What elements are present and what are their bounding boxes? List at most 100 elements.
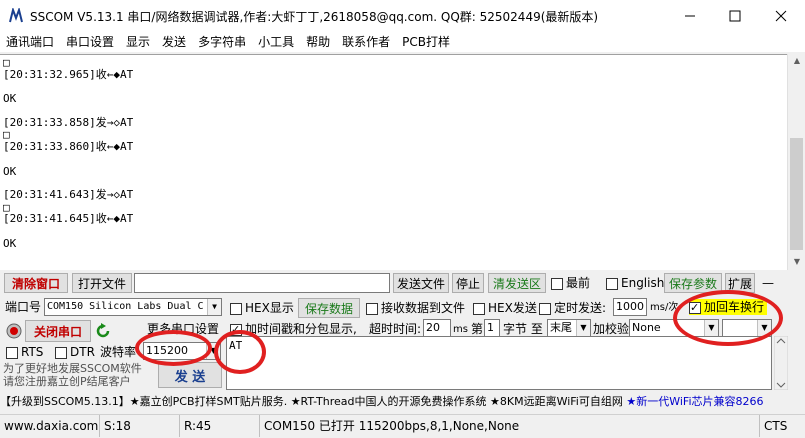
english-checkbox-box[interactable]	[606, 277, 618, 290]
hex-display-label: HEX显示	[245, 301, 294, 315]
timestamp-checkbox[interactable]: 加时间戳和分包显示,	[230, 321, 357, 338]
menu-send[interactable]: 发送	[156, 32, 192, 52]
menu-multi-string[interactable]: 多字符串	[192, 32, 252, 52]
dtr-checkbox[interactable]: DTR	[55, 344, 95, 360]
menu-tools[interactable]: 小工具	[252, 32, 300, 52]
rts-checkbox[interactable]: RTS	[6, 344, 43, 360]
port-select[interactable]: COM150 Silicon Labs Dual C ▼	[44, 298, 222, 316]
receive-line: [20:31:33.858]发→◇AT	[3, 116, 134, 129]
menu-pcb[interactable]: PCB打样	[396, 32, 456, 52]
front-checkbox[interactable]: 最前	[551, 275, 590, 291]
chevron-down-icon[interactable]: ▼	[576, 320, 590, 336]
menu-serial-settings[interactable]: 串口设置	[60, 32, 120, 52]
hex-display-checkbox-box[interactable]	[230, 302, 242, 315]
timed-interval-input[interactable]: 1000	[613, 298, 647, 316]
send-button-label: 发 送	[174, 369, 206, 385]
rts-label: RTS	[21, 345, 44, 359]
chevron-down-icon[interactable]: ▼	[207, 299, 221, 315]
menu-contact[interactable]: 联系作者	[336, 32, 396, 52]
news-ticker[interactable]: 【升级到SSCOM5.13.1】★嘉立创PCB打样SMT贴片服务. ★RT-Th…	[0, 392, 805, 412]
expand-button[interactable]: 扩展	[725, 273, 755, 293]
receive-scrollbar[interactable]: ▲ ▼	[787, 54, 805, 270]
dtr-checkbox-box[interactable]	[55, 346, 67, 359]
promo-line-2: 请您注册嘉立创P结尾客户	[3, 375, 131, 388]
hex-display-checkbox[interactable]: HEX显示	[230, 300, 294, 316]
receive-line: OK	[3, 165, 17, 178]
nth-byte-input[interactable]: 1	[484, 319, 500, 337]
scroll-down-icon[interactable]: ▼	[792, 257, 802, 267]
port-status-icon	[6, 323, 22, 339]
open-file-button[interactable]: 打开文件	[72, 273, 132, 293]
sscom-window: SSCOM V5.13.1 串口/网络数据调试器,作者:大虾丁丁,2618058…	[0, 0, 805, 438]
promo-line-1: 为了更好地发展SSCOM软件	[3, 362, 142, 375]
hex-send-label: HEX发送	[488, 301, 537, 315]
save-params-button[interactable]: 保存参数	[664, 273, 722, 293]
maximize-icon	[729, 10, 741, 22]
english-label: English	[621, 276, 665, 290]
send-scrollbar[interactable]	[774, 336, 788, 390]
chevron-down-icon[interactable]: ▼	[206, 343, 220, 359]
toolbar: 清除窗口 打开文件 发送文件 停止 清发送区 最前 English 保存参数 扩…	[0, 272, 805, 294]
close-icon	[775, 10, 787, 22]
hex-send-checkbox-box[interactable]	[473, 302, 485, 315]
send-input-value: AT	[229, 339, 243, 352]
recv-to-file-checkbox[interactable]: 接收数据到文件	[366, 300, 465, 316]
timed-send-checkbox-box[interactable]	[539, 302, 551, 315]
title-bar: SSCOM V5.13.1 串口/网络数据调试器,作者:大虾丁丁,2618058…	[0, 0, 805, 32]
scroll-up-icon[interactable]: ▲	[792, 56, 802, 66]
baud-select-value: 115200	[146, 344, 188, 357]
more-settings-link[interactable]: 更多串口设置	[147, 321, 219, 337]
menu-bar: 通讯端口 串口设置 显示 发送 多字符串 小工具 帮助 联系作者 PCB打样	[0, 32, 805, 52]
receive-line: [20:31:41.645]收←◆AT	[3, 212, 134, 225]
send-button[interactable]: 发 送	[158, 362, 222, 388]
front-checkbox-box[interactable]	[551, 277, 563, 290]
receive-area[interactable]: □ [20:31:32.965]收←◆AT OK [20:31:33.858]发…	[0, 54, 789, 270]
timed-unit-label: ms/次	[650, 302, 679, 313]
timestamp-checkbox-box[interactable]	[230, 322, 242, 338]
ticker-text: 【升级到SSCOM5.13.1】★嘉立创PCB打样SMT贴片服务. ★RT-Th…	[0, 395, 627, 408]
refresh-icon[interactable]	[95, 323, 111, 339]
collapse-button[interactable]: —	[758, 273, 778, 293]
send-input[interactable]: AT	[226, 336, 772, 390]
scroll-thumb[interactable]	[790, 138, 803, 250]
maximize-button[interactable]	[712, 0, 758, 32]
clear-window-button[interactable]: 清除窗口	[4, 273, 68, 293]
checksum-label: 加校验	[593, 322, 630, 336]
port-label: 端口号	[5, 300, 42, 314]
minimize-button[interactable]	[667, 0, 713, 32]
timeout-input[interactable]: 20	[423, 319, 451, 337]
close-button[interactable]	[758, 0, 804, 32]
receive-line: OK	[3, 92, 17, 105]
menu-help[interactable]: 帮助	[300, 32, 336, 52]
dtr-label: DTR	[70, 345, 95, 359]
timed-send-checkbox[interactable]: 定时发送:	[539, 300, 606, 316]
app-icon	[8, 8, 24, 24]
extra-select[interactable]: ▼	[722, 319, 772, 337]
send-file-button[interactable]: 发送文件	[393, 273, 449, 293]
baud-select[interactable]: 115200 ▼	[143, 342, 221, 360]
timed-send-label: 定时发送:	[554, 301, 607, 315]
checksum-select[interactable]: None ▼	[629, 319, 719, 337]
english-checkbox[interactable]: English	[606, 275, 664, 291]
rts-checkbox-box[interactable]	[6, 346, 18, 359]
close-port-label: 关闭串口	[33, 324, 82, 339]
save-data-button[interactable]: 保存数据	[298, 298, 360, 318]
chevron-down-icon[interactable]: ▼	[704, 320, 718, 336]
stop-button[interactable]: 停止	[452, 273, 484, 293]
status-website[interactable]: www.daxia.com	[0, 415, 100, 437]
close-port-button[interactable]: 关闭串口	[25, 320, 91, 342]
recv-to-file-checkbox-box[interactable]	[366, 302, 378, 315]
end-select[interactable]: 末尾 ▼	[547, 319, 591, 337]
menu-display[interactable]: 显示	[120, 32, 156, 52]
menu-comm-port[interactable]: 通讯端口	[0, 32, 60, 52]
clear-send-button[interactable]: 清发送区	[488, 273, 546, 293]
add-crlf-checkbox[interactable]: 加回车换行	[689, 299, 768, 316]
ticker-link[interactable]: ★新一代WiFi芯片兼容8266	[626, 395, 763, 408]
add-crlf-checkbox-box[interactable]	[689, 300, 701, 316]
end-select-value: 末尾	[550, 321, 572, 334]
status-received-count: R:45	[180, 415, 260, 437]
receive-line: OK	[3, 237, 17, 250]
hex-send-checkbox[interactable]: HEX发送	[473, 300, 537, 316]
file-path-input[interactable]	[134, 273, 390, 293]
chevron-down-icon[interactable]: ▼	[757, 320, 771, 336]
